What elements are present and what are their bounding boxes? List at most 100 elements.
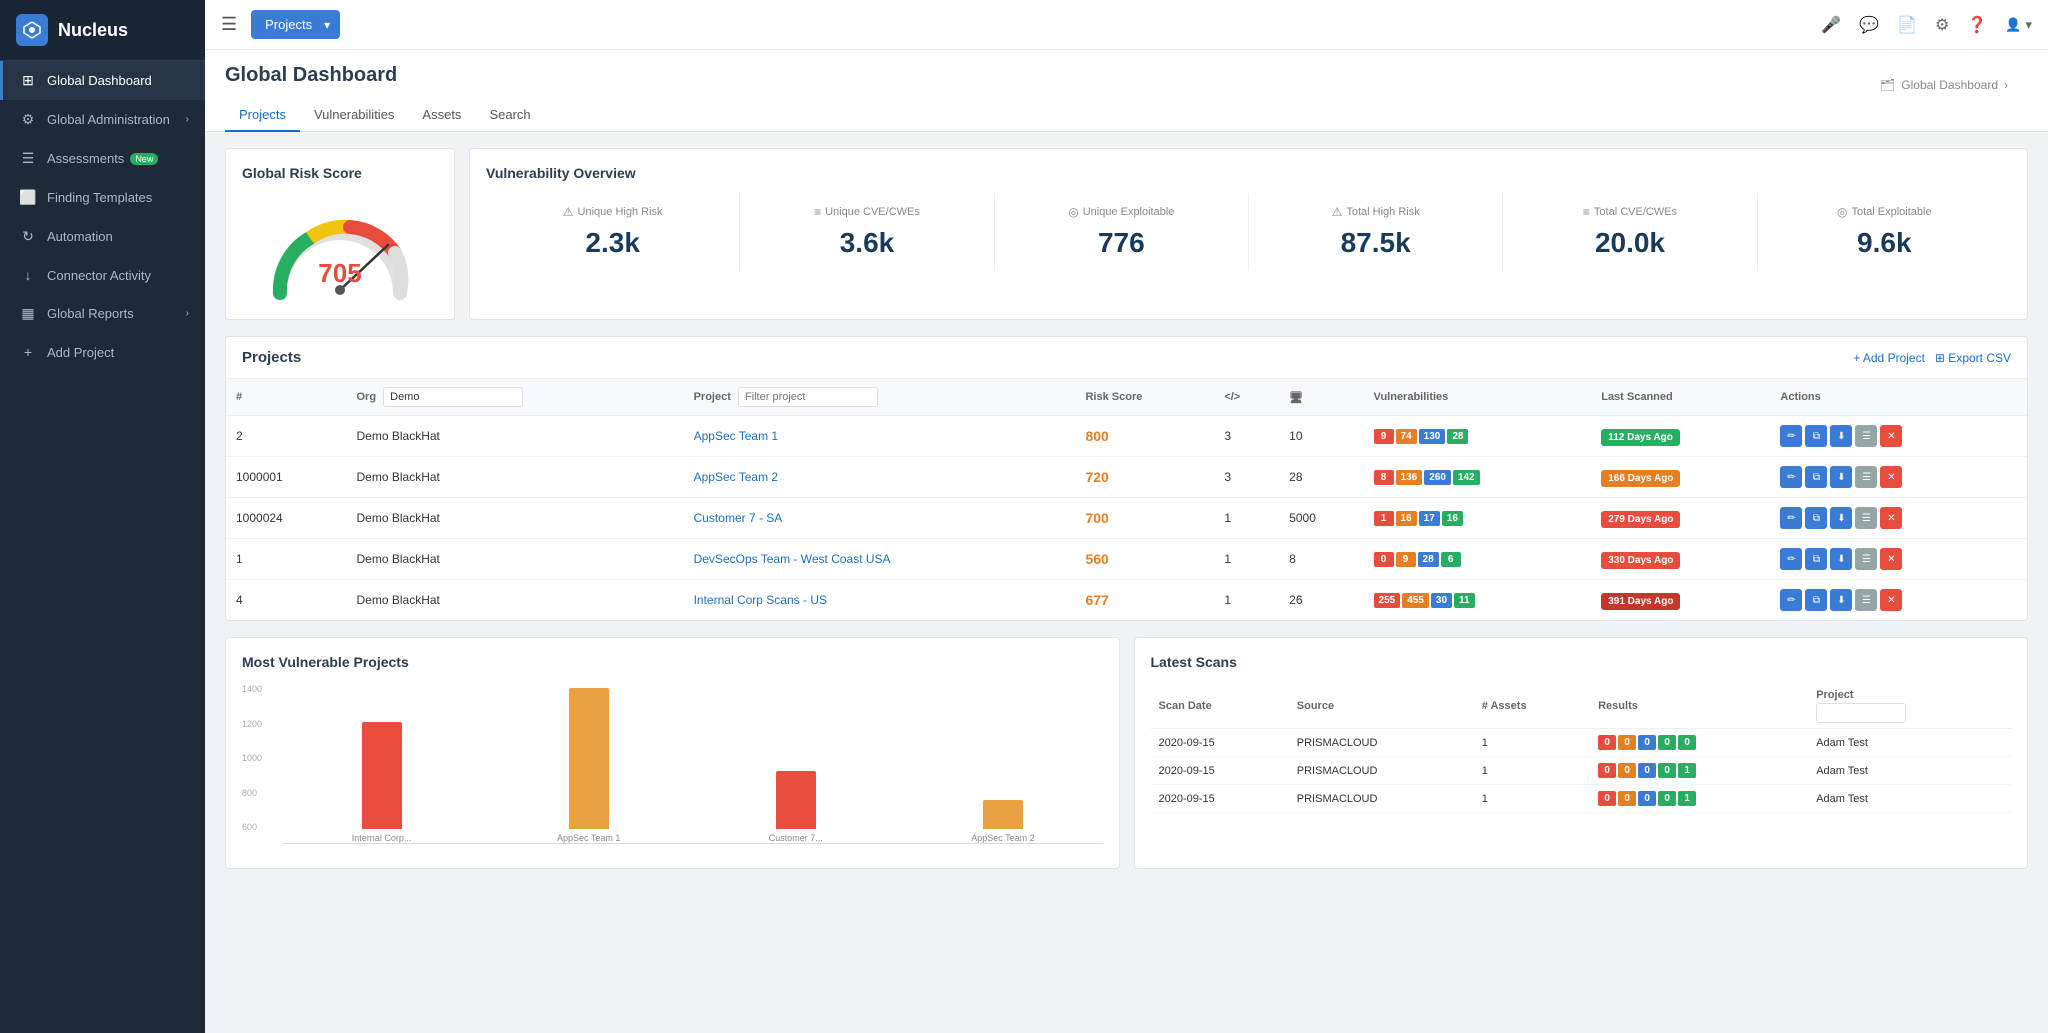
download-button[interactable]: ⬇ [1830, 425, 1852, 447]
project-link[interactable]: AppSec Team 2 [694, 470, 779, 484]
sidebar-icon-finding-templates: ⬜ [19, 189, 37, 206]
download-button[interactable]: ⬇ [1830, 507, 1852, 529]
user-icon: 👤 [2005, 17, 2021, 33]
vuln-metric-total-exploitable: ◎ Total Exploitable 9.6k [1758, 193, 2011, 271]
scan-source: PRISMACLOUD [1289, 729, 1474, 757]
sidebar-logo: Nucleus [0, 0, 205, 61]
risk-score-value: 677 [1085, 592, 1108, 608]
project-link[interactable]: Internal Corp Scans - US [694, 593, 827, 607]
scans-col-assets: # Assets [1474, 684, 1590, 729]
table-row: 1 Demo BlackHat DevSecOps Team - West Co… [226, 539, 2027, 580]
edit-button[interactable]: ✏ [1780, 466, 1802, 488]
scans-col-results: Results [1590, 684, 1808, 729]
vulnerability-overview-card: Vulnerability Overview ⚠ Unique High Ris… [469, 148, 2028, 320]
col-risk-score: Risk Score [1075, 379, 1214, 416]
sidebar-item-add-project[interactable]: + Add Project [0, 333, 205, 371]
projects-section: Projects + Add Project ⊞ Export CSV # Or… [225, 336, 2028, 621]
project-filter-input[interactable] [738, 387, 878, 407]
bar-label: Internal Corp... [352, 833, 412, 843]
sidebar-item-automation[interactable]: ↻ Automation [0, 217, 205, 256]
help-icon[interactable]: ❓ [1967, 15, 1987, 35]
chat-icon[interactable]: 💬 [1859, 15, 1879, 35]
cell-code: 3 [1214, 416, 1279, 457]
scan-results: 00000 [1590, 729, 1808, 757]
cell-monitor: 26 [1279, 580, 1363, 621]
gear-icon[interactable]: ⚙ [1935, 15, 1949, 35]
metric-icon-unique-cve-cwes: ≡ [814, 205, 821, 219]
sidebar-icon-automation: ↻ [19, 228, 37, 245]
edit-button[interactable]: ✏ [1780, 425, 1802, 447]
metric-value-unique-cve-cwes: 3.6k [748, 227, 985, 259]
vuln-badge-v-medium: 28 [1418, 552, 1439, 567]
cell-monitor: 5000 [1279, 498, 1363, 539]
row-settings-button[interactable]: ☰ [1855, 507, 1877, 529]
scans-project-filter[interactable] [1816, 703, 1906, 723]
col-actions: Actions [1770, 379, 2027, 416]
col-num: # [226, 379, 347, 416]
row-settings-button[interactable]: ☰ [1855, 548, 1877, 570]
copy-button[interactable]: ⧉ [1805, 466, 1827, 488]
sidebar-label-global-reports: Global Reports [47, 306, 134, 321]
sidebar-item-global-reports[interactable]: ▦ Global Reports › [0, 294, 205, 333]
scan-source: PRISMACLOUD [1289, 757, 1474, 785]
vuln-badges: 97413028 [1374, 429, 1582, 444]
sidebar-item-assessments[interactable]: ☰ Assessments New [0, 139, 205, 178]
bar-wrap: AppSec Team 1 [489, 688, 688, 843]
row-settings-button[interactable]: ☰ [1855, 589, 1877, 611]
download-button[interactable]: ⬇ [1830, 466, 1852, 488]
download-button[interactable]: ⬇ [1830, 589, 1852, 611]
copy-button[interactable]: ⧉ [1805, 589, 1827, 611]
export-csv-button[interactable]: ⊞ Export CSV [1935, 351, 2011, 365]
projects-table: # Org Project Risk Score < [226, 379, 2027, 620]
vuln-badge-v-critical: 255 [1374, 593, 1401, 608]
edit-button[interactable]: ✏ [1780, 589, 1802, 611]
edit-button[interactable]: ✏ [1780, 548, 1802, 570]
row-settings-button[interactable]: ☰ [1855, 466, 1877, 488]
bar-wrap: AppSec Team 2 [903, 800, 1102, 843]
project-link[interactable]: DevSecOps Team - West Coast USA [694, 552, 891, 566]
delete-button[interactable]: ✕ [1880, 425, 1902, 447]
add-project-button[interactable]: + Add Project [1853, 351, 1925, 365]
sidebar-item-global-administration[interactable]: ⚙ Global Administration › [0, 100, 205, 139]
copy-button[interactable]: ⧉ [1805, 425, 1827, 447]
download-button[interactable]: ⬇ [1830, 548, 1852, 570]
project-link[interactable]: AppSec Team 1 [694, 429, 779, 443]
org-filter-input[interactable] [383, 387, 523, 407]
project-link[interactable]: Customer 7 - SA [694, 511, 783, 525]
breadcrumb-text: Global Dashboard [1901, 78, 1998, 92]
delete-button[interactable]: ✕ [1880, 466, 1902, 488]
project-selector-wrap[interactable]: Projects [251, 10, 340, 39]
sidebar-item-finding-templates[interactable]: ⬜ Finding Templates [0, 178, 205, 217]
row-settings-button[interactable]: ☰ [1855, 425, 1877, 447]
microphone-icon[interactable]: 🎤 [1821, 15, 1841, 35]
cell-actions: ✏ ⧉ ⬇ ☰ ✕ [1770, 498, 2027, 539]
project-selector[interactable]: Projects [251, 10, 340, 39]
delete-button[interactable]: ✕ [1880, 548, 1902, 570]
metric-icon-unique-exploitable: ◎ [1068, 205, 1078, 219]
cell-vulns: 97413028 [1364, 416, 1592, 457]
top-cards-row: Global Risk Score [225, 148, 2028, 320]
gauge-wrap: 705 [242, 193, 438, 303]
cell-project: Customer 7 - SA [684, 498, 1076, 539]
metric-value-unique-exploitable: 776 [1003, 227, 1240, 259]
user-menu-button[interactable]: 👤 ▾ [2005, 17, 2032, 33]
hamburger-menu[interactable]: ☰ [221, 14, 237, 35]
sidebar-item-connector-activity[interactable]: ↓ Connector Activity [0, 256, 205, 294]
sidebar-label-finding-templates: Finding Templates [47, 190, 152, 205]
copy-button[interactable]: ⧉ [1805, 507, 1827, 529]
delete-button[interactable]: ✕ [1880, 507, 1902, 529]
tab-assets[interactable]: Assets [408, 99, 475, 132]
tab-projects[interactable]: Projects [225, 99, 300, 132]
metric-value-unique-high-risk: 2.3k [494, 227, 731, 259]
delete-button[interactable]: ✕ [1880, 589, 1902, 611]
tab-vulnerabilities[interactable]: Vulnerabilities [300, 99, 408, 132]
tab-search[interactable]: Search [475, 99, 544, 132]
edit-button[interactable]: ✏ [1780, 507, 1802, 529]
user-dropdown-arrow: ▾ [2025, 17, 2032, 33]
copy-button[interactable]: ⧉ [1805, 548, 1827, 570]
vuln-metric-unique-high-risk: ⚠ Unique High Risk 2.3k [486, 193, 740, 271]
vuln-badge-v-critical: 8 [1374, 470, 1394, 485]
document-icon[interactable]: 📄 [1897, 15, 1917, 35]
breadcrumb-icon: 🗂 [1880, 78, 1895, 92]
sidebar-item-global-dashboard[interactable]: ⊞ Global Dashboard [0, 61, 205, 100]
